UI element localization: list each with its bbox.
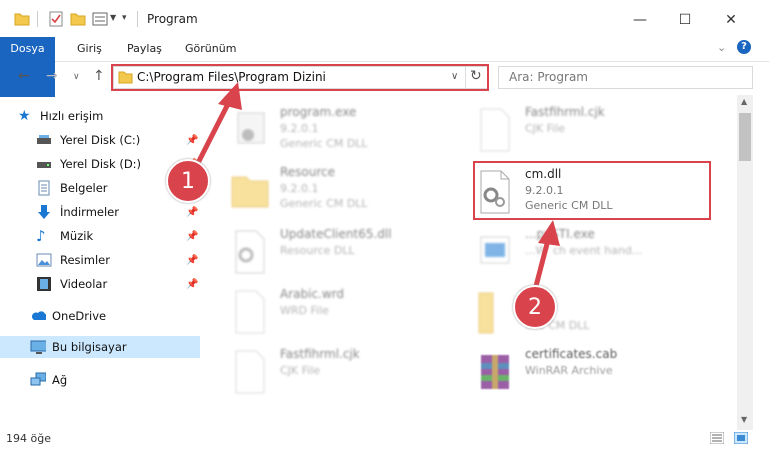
details-view-icon[interactable] — [710, 432, 724, 444]
annotation-arrows — [195, 82, 560, 293]
item-count: 194 öğe — [6, 432, 51, 445]
status-bar: 194 öğe — [0, 430, 769, 466]
step-badge: 2 — [513, 285, 557, 329]
large-icons-view-icon[interactable] — [734, 432, 748, 444]
step-badge: 1 — [166, 159, 210, 203]
